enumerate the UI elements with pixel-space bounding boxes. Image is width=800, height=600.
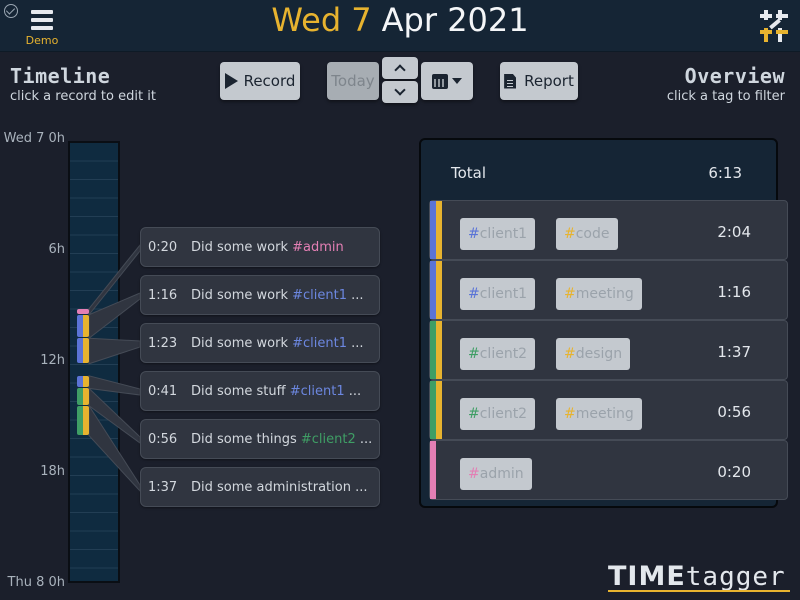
overview-total: Total 6:13 [421,140,776,200]
tag-chip[interactable]: #code [556,218,618,250]
record-ellipsis: ... [344,383,362,399]
timeline-record-mark[interactable] [77,314,89,338]
tag-name: client1 [479,226,528,242]
tag-hash: # [468,226,480,242]
tag-hash: # [468,466,480,482]
tag-name: admin [479,466,524,482]
tag-duration: 1:37 [717,343,751,361]
record-connector [88,375,141,396]
total-label: Total [451,164,487,182]
brand-underline [608,590,790,592]
timeline-record[interactable]: 1:16 Did some work #client1 ... [140,275,380,315]
record-duration: 1:23 [148,335,178,351]
overview-tag-row[interactable]: #client2 #design 1:37 [429,320,788,380]
record-tag: #client1 [292,287,347,303]
record-text: Did some work [191,335,293,351]
tag-duration: 0:56 [717,403,751,421]
tag-name: client2 [479,346,528,362]
total-value: 6:13 [708,164,742,182]
tag-chip[interactable]: #design [556,338,631,370]
brand-time: TIME [608,561,686,592]
record-description: Did some administration ... [191,480,375,495]
tag-chip[interactable]: #admin [460,458,532,490]
tag-hash: # [468,406,480,422]
overview-tag-row[interactable]: #client1 #meeting 1:16 [429,260,788,320]
tag-hash: # [564,346,576,362]
tag-duration: 1:16 [717,283,751,301]
tag-chip[interactable]: #meeting [556,398,642,430]
record-text: Did some work [191,287,293,303]
timeline-record-mark[interactable] [77,375,89,388]
tag-chip[interactable]: #client1 [460,218,536,250]
tag-hash: # [564,226,576,242]
record-connector [88,337,141,365]
timeline-record[interactable]: 1:23 Did some work #client1 ... [140,323,380,363]
record-duration: 1:37 [148,479,178,495]
timeline-record-mark[interactable] [77,308,89,314]
record-tag: #client2 [300,431,356,447]
tag-color-strip [436,321,442,379]
timeline-record[interactable]: 0:56 Did some things #client2 ... [140,419,380,459]
tag-color-strip [430,441,436,499]
tag-chip[interactable]: #meeting [556,278,642,310]
tag-name: design [575,346,623,362]
record-description: Did some work #admin [191,240,375,255]
tag-color-strip [436,201,442,259]
record-text: Did some things [191,431,301,447]
record-duration: 0:20 [148,239,178,255]
brand-tagger: tagger [685,562,786,592]
record-description: Did some work #client1 ... [191,288,375,303]
tag-hash: # [468,346,480,362]
tag-name: client2 [479,406,528,422]
record-description: Did some stuff #client1 ... [191,384,375,399]
timeline-record[interactable]: 0:20 Did some work #admin [140,227,380,267]
tag-color-strip [436,381,442,439]
record-description: Did some work #client1 ... [191,336,375,351]
record-text: Did some work [191,239,293,255]
tag-hash: # [564,286,576,302]
tag-chip[interactable]: #client2 [460,338,536,370]
record-tag: #client1 [292,335,347,351]
tag-duration: 2:04 [717,223,751,241]
record-tag: #client1 [289,383,345,399]
record-text: Did some administration ... [191,479,368,495]
tag-name: meeting [575,406,634,422]
overview-tag-row[interactable]: #client2 #meeting 0:56 [429,380,788,440]
record-duration: 0:41 [148,383,178,399]
record-ellipsis: ... [347,287,364,303]
overview-tag-row[interactable]: #client1 #code 2:04 [429,200,788,260]
tag-hash: # [468,286,480,302]
timeline-record-mark[interactable] [77,338,89,363]
tag-name: client1 [479,286,528,302]
tag-color-strip [436,261,442,319]
overview-tag-row[interactable]: #admin 0:20 [429,440,788,500]
tag-chip[interactable]: #client1 [460,278,536,310]
timeline-record[interactable]: 1:37 Did some administration ... [140,467,380,507]
record-duration: 1:16 [148,287,178,303]
record-tag: #admin [292,239,344,255]
tag-hash: # [564,406,576,422]
record-description: Did some things #client2 ... [191,432,375,447]
record-duration: 0:56 [148,431,178,447]
timeline-record-mark[interactable] [77,388,89,405]
tag-name: meeting [575,286,634,302]
record-ellipsis: ... [355,431,373,447]
timeline-record[interactable]: 0:41 Did some stuff #client1 ... [140,371,380,411]
tag-name: code [575,226,610,242]
tag-duration: 0:20 [717,463,751,481]
tag-chip[interactable]: #client2 [460,398,536,430]
timeline-record-mark[interactable] [77,405,89,435]
record-ellipsis: ... [347,335,364,351]
timetagger-wordmark: TIMEtagger [608,561,786,593]
record-text: Did some stuff [191,383,290,399]
